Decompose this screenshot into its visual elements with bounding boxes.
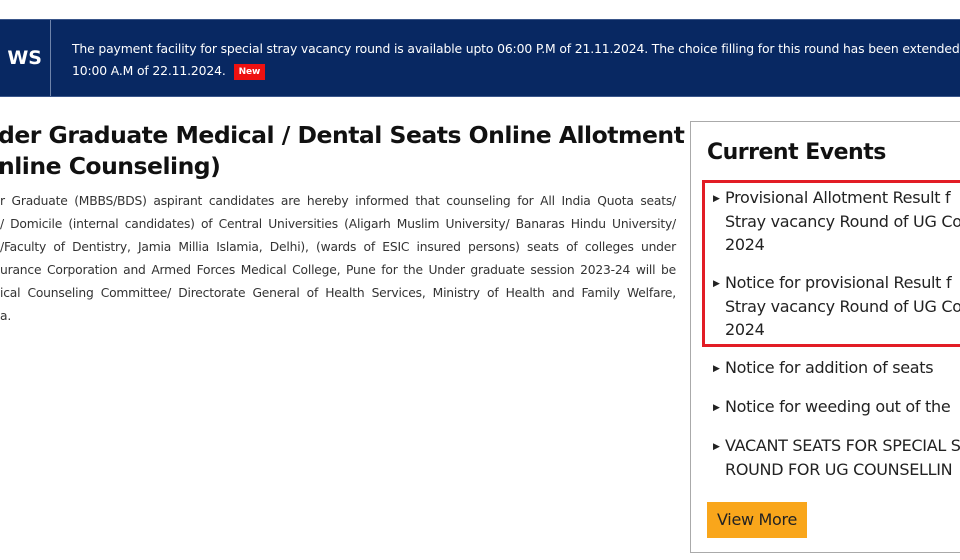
main-content: der Graduate Medical / Dental Seats Onli…	[0, 120, 685, 328]
bullet-icon: ▶	[713, 403, 720, 413]
bullet-icon: ▶	[713, 279, 720, 289]
news-label: WS	[0, 20, 51, 96]
paragraph-line: r Graduate (MBBS/BDS) aspirant candidate…	[0, 194, 676, 208]
bullet-icon: ▶	[713, 364, 720, 374]
news-line-1[interactable]: The payment facility for special stray v…	[72, 38, 960, 60]
news-ticker-text[interactable]: The payment facility for special stray v…	[51, 20, 960, 96]
view-more-button[interactable]: View More	[707, 502, 808, 538]
bullet-icon: ▶	[713, 442, 720, 452]
current-events-panel: Current Events ▶ Provisional Allotment R…	[690, 121, 960, 553]
event-item-weeding-out[interactable]: ▶ Notice for weeding out of the	[713, 395, 960, 419]
paragraph-line: ical Counseling Committee/ Directorate G…	[0, 286, 676, 300]
event-item-notice-provisional-result[interactable]: ▶ Notice for provisional Result f Stray …	[713, 271, 960, 342]
news-line-2[interactable]: 10:00 A.M of 22.11.2024. New	[72, 60, 960, 82]
current-events-title: Current Events	[707, 140, 886, 165]
new-badge: New	[233, 64, 266, 80]
event-item-vacant-seats[interactable]: ▶ VACANT SEATS FOR SPECIAL S ROUND FOR U…	[713, 434, 960, 481]
news-ticker-bar: WS The payment facility for special stra…	[0, 19, 960, 97]
paragraph-line: / Domicile (internal candidates) of Cent…	[0, 217, 676, 231]
paragraph-line: a.	[0, 309, 12, 323]
paragraph-line: /Faculty of Dentistry, Jamia Millia Isla…	[0, 240, 676, 254]
event-item-provisional-allotment-result[interactable]: ▶ Provisional Allotment Result f Stray v…	[713, 186, 960, 257]
event-item-addition-of-seats[interactable]: ▶ Notice for addition of seats	[713, 356, 960, 380]
paragraph-line: urance Corporation and Armed Forces Medi…	[0, 263, 676, 277]
intro-paragraph: r Graduate (MBBS/BDS) aspirant candidate…	[0, 190, 676, 328]
page-title: der Graduate Medical / Dental Seats Onli…	[0, 121, 685, 180]
bullet-icon: ▶	[713, 194, 720, 204]
